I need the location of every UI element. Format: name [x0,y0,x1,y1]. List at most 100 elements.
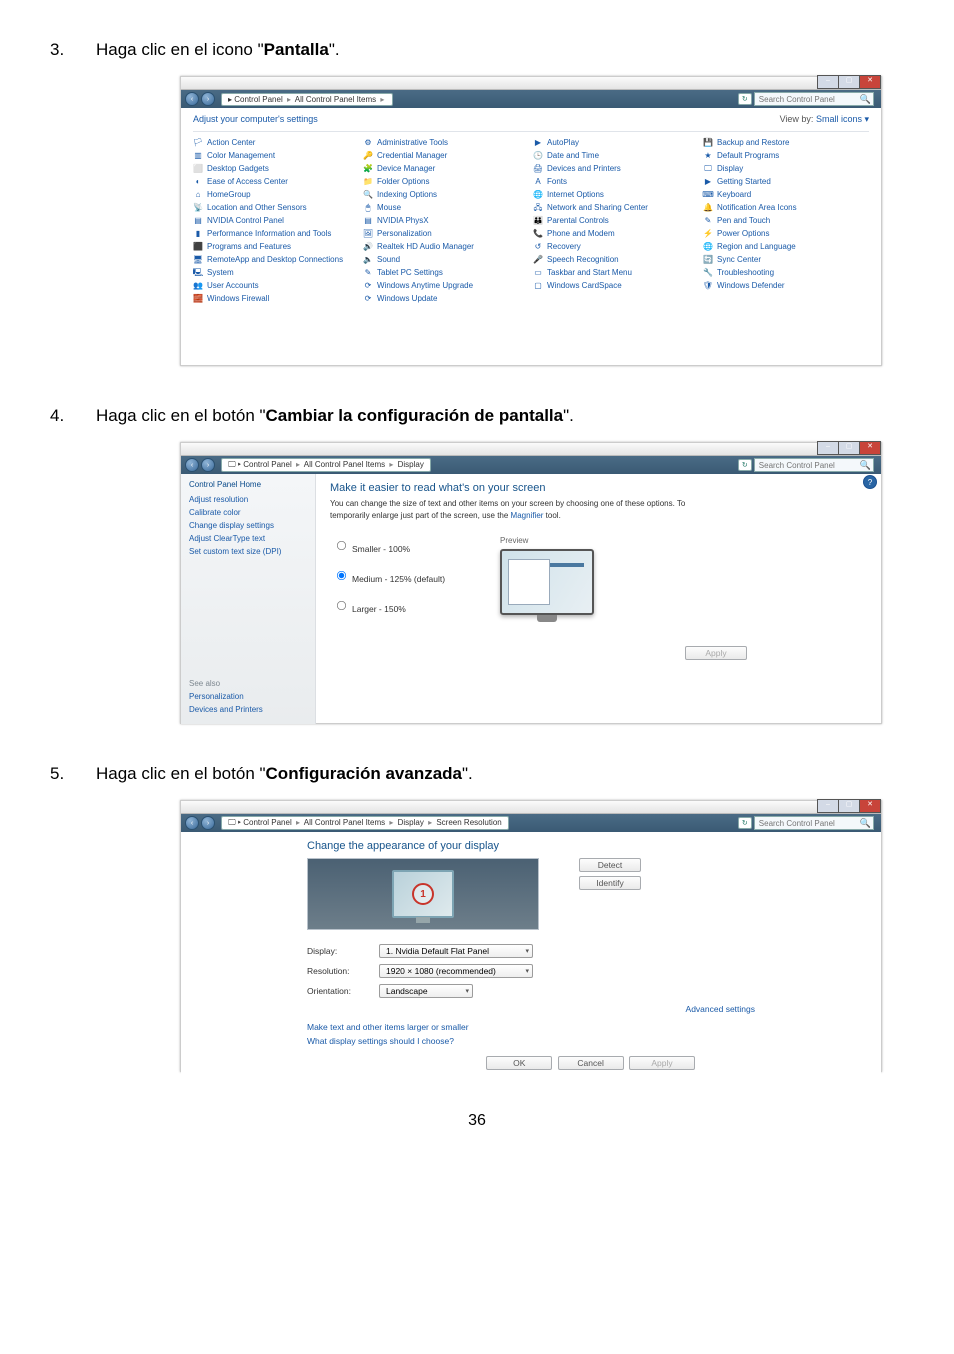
cp-item[interactable]: 🖵Display [703,162,869,175]
cp-item[interactable]: ⚡Power Options [703,227,869,240]
cp-item[interactable]: 🔈Sound [363,253,529,266]
cp-item[interactable]: ⚙Administrative Tools [363,136,529,149]
window-maximize-button[interactable]: ▢ [838,75,860,89]
cp-item[interactable]: ▭Taskbar and Start Menu [533,266,699,279]
cp-item[interactable]: 🎤Speech Recognition [533,253,699,266]
back-button[interactable]: ‹ [185,92,199,106]
orientation-dropdown[interactable]: Landscape▾ [379,984,473,998]
cp-item[interactable]: ✎Pen and Touch [703,214,869,227]
cp-item[interactable]: 🖼Personalization [363,227,529,240]
window-close-button[interactable]: ✕ [859,799,881,813]
window-minimize-button[interactable]: – [817,441,839,455]
back-button[interactable]: ‹ [185,816,199,830]
cp-item[interactable]: 👪Parental Controls [533,214,699,227]
window-minimize-button[interactable]: – [817,75,839,89]
sidebar-link-dpi[interactable]: Set custom text size (DPI) [189,547,307,556]
ok-button[interactable]: OK [486,1056,552,1070]
cp-item[interactable]: 👥User Accounts [193,279,359,292]
cp-item[interactable]: AFonts [533,175,699,188]
cp-item[interactable]: ⟳Windows Update [363,292,529,305]
breadcrumb[interactable]: ▸ Control Panel ▸ All Control Panel Item… [221,93,393,106]
apply-button[interactable]: Apply [629,1056,695,1070]
cp-item[interactable]: 🖱Mouse [363,201,529,214]
cp-item[interactable]: 🌐Region and Language [703,240,869,253]
display-dropdown[interactable]: 1. Nvidia Default Flat Panel▾ [379,944,533,958]
cp-item[interactable]: 🖳System [193,266,359,279]
cp-item[interactable]: 📞Phone and Modem [533,227,699,240]
radio-larger[interactable]: Larger - 150% [330,596,500,614]
cp-item[interactable]: ▢Windows CardSpace [533,279,699,292]
cp-item[interactable]: ▤NVIDIA PhysX [363,214,529,227]
window-maximize-button[interactable]: ▢ [838,441,860,455]
cp-item[interactable]: ⬛Programs and Features [193,240,359,253]
help-icon[interactable]: ? [863,475,877,489]
cp-item[interactable]: ✎Tablet PC Settings [363,266,529,279]
window-close-button[interactable]: ✕ [859,441,881,455]
cp-item[interactable]: 🛡Windows Defender [703,279,869,292]
refresh-button[interactable]: ↻ [738,459,752,471]
search-input[interactable] [754,458,874,472]
breadcrumb[interactable]: 🖵 ▸ Control Panel ▸ All Control Panel It… [221,816,509,830]
cp-item[interactable]: 🔊Realtek HD Audio Manager [363,240,529,253]
cp-item[interactable]: 🔧Troubleshooting [703,266,869,279]
cp-item[interactable]: ★Default Programs [703,149,869,162]
cp-item[interactable]: ↺Recovery [533,240,699,253]
cp-item[interactable]: ▤NVIDIA Control Panel [193,214,359,227]
back-button[interactable]: ‹ [185,458,199,472]
see-also-personalization[interactable]: Personalization [189,692,307,701]
link-which-settings[interactable]: What display settings should I choose? [307,1036,867,1046]
identify-button[interactable]: Identify [579,876,641,890]
cp-item[interactable]: 🧱Windows Firewall [193,292,359,305]
cp-item[interactable]: 🕒Date and Time [533,149,699,162]
sidebar-home[interactable]: Control Panel Home [189,480,307,489]
cp-item[interactable]: 🧩Device Manager [363,162,529,175]
radio-medium[interactable]: Medium - 125% (default) [330,566,500,584]
cp-item[interactable]: 🏳Action Center [193,136,359,149]
cp-item[interactable]: 📁Folder Options [363,175,529,188]
search-input[interactable] [754,816,874,830]
cancel-button[interactable]: Cancel [558,1056,624,1070]
display-preview[interactable]: 1 [307,858,539,930]
breadcrumb[interactable]: 🖵 ▸ Control Panel ▸ All Control Panel It… [221,458,431,472]
sidebar-link-adjust-resolution[interactable]: Adjust resolution [189,495,307,504]
cp-item[interactable]: ◐Ease of Access Center [193,175,359,188]
cp-item[interactable]: 🖨Devices and Printers [533,162,699,175]
window-minimize-button[interactable]: – [817,799,839,813]
window-close-button[interactable]: ✕ [859,75,881,89]
cp-item[interactable]: 🔑Credential Manager [363,149,529,162]
cp-item[interactable]: 💾Backup and Restore [703,136,869,149]
refresh-button[interactable]: ↻ [738,817,752,829]
forward-button[interactable]: › [201,92,215,106]
cp-item[interactable]: ⌂HomeGroup [193,188,359,201]
sidebar-link-calibrate[interactable]: Calibrate color [189,508,307,517]
radio-smaller[interactable]: Smaller - 100% [330,536,500,554]
detect-button[interactable]: Detect [579,858,641,872]
forward-button[interactable]: › [201,816,215,830]
forward-button[interactable]: › [201,458,215,472]
cp-item[interactable]: ▶AutoPlay [533,136,699,149]
see-also-devices[interactable]: Devices and Printers [189,705,307,714]
window-maximize-button[interactable]: ▢ [838,799,860,813]
cp-item[interactable]: 🌐Internet Options [533,188,699,201]
magnifier-link[interactable]: Magnifier [511,511,544,520]
link-text-size[interactable]: Make text and other items larger or smal… [307,1022,867,1032]
cp-item[interactable]: ▶Getting Started [703,175,869,188]
search-input[interactable] [754,92,874,106]
cp-item[interactable]: 🔄Sync Center [703,253,869,266]
cp-item[interactable]: ▥Color Management [193,149,359,162]
resolution-dropdown[interactable]: 1920 × 1080 (recommended)▾ [379,964,533,978]
cp-item[interactable]: ⌨Keyboard [703,188,869,201]
sidebar-link-cleartype[interactable]: Adjust ClearType text [189,534,307,543]
cp-item[interactable]: 🖥RemoteApp and Desktop Connections [193,253,359,266]
cp-item[interactable]: 🔔Notification Area Icons [703,201,869,214]
refresh-button[interactable]: ↻ [738,93,752,105]
cp-item[interactable]: ⟳Windows Anytime Upgrade [363,279,529,292]
cp-item[interactable]: ⬜Desktop Gadgets [193,162,359,175]
view-by[interactable]: View by: Small icons ▾ [780,114,869,125]
cp-item[interactable]: 📡Location and Other Sensors [193,201,359,214]
cp-item[interactable]: 🔍Indexing Options [363,188,529,201]
cp-item[interactable]: ▮Performance Information and Tools [193,227,359,240]
sidebar-link-change-display[interactable]: Change display settings [189,521,307,530]
apply-button[interactable]: Apply [685,646,747,660]
cp-item[interactable]: 🖧Network and Sharing Center [533,201,699,214]
